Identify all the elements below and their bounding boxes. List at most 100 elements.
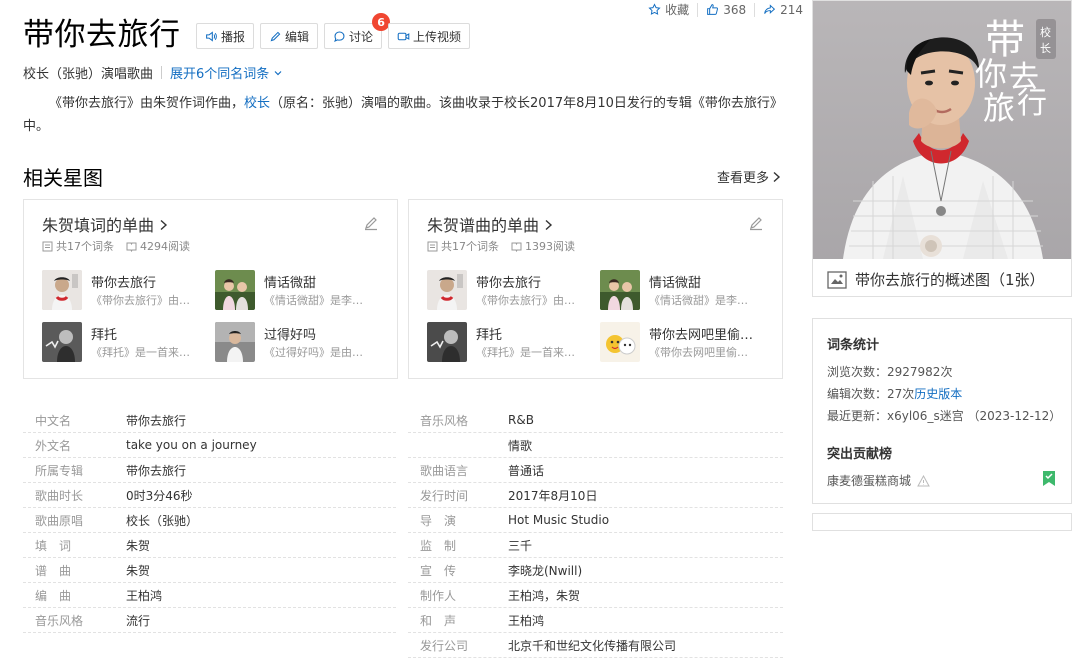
info-key: 和 声 bbox=[420, 613, 457, 628]
song-name: 情话微甜 bbox=[264, 276, 317, 291]
info-key: 谱 曲 bbox=[35, 563, 72, 578]
pencil-icon[interactable] bbox=[748, 215, 764, 231]
edit-label: 编辑 bbox=[285, 29, 310, 44]
edit-count-text: 编辑次数：27次 bbox=[827, 387, 915, 401]
info-key: 外文名 bbox=[35, 438, 72, 453]
contributor-name: 康麦德蛋糕商城 bbox=[827, 474, 912, 488]
broadcast-button[interactable]: 播报 bbox=[196, 23, 255, 49]
warning-triangle-icon bbox=[917, 474, 930, 486]
card-title: 朱贺填词的单曲 bbox=[42, 216, 155, 235]
info-row: 宣 传 李晓龙(Nwill) bbox=[408, 558, 783, 583]
share-count: 214 bbox=[780, 2, 803, 17]
info-key: 填 词 bbox=[35, 538, 72, 553]
song-desc: 《过得好吗》是由… bbox=[264, 346, 363, 359]
song-item[interactable]: 拜托 《拜托》是一首来… bbox=[427, 322, 597, 362]
view-more-label: 查看更多 bbox=[717, 171, 770, 186]
cover-caption[interactable]: 带你去旅行的概述图（1张） bbox=[827, 269, 1045, 290]
divider bbox=[697, 2, 699, 17]
info-value: 带你去旅行 bbox=[126, 463, 187, 478]
info-key: 歌曲原唱 bbox=[35, 513, 84, 528]
info-value-link[interactable]: 流行 bbox=[126, 612, 150, 629]
view-more-link[interactable]: 查看更多 bbox=[717, 167, 781, 186]
pencil-icon bbox=[270, 31, 281, 41]
info-key: 导 演 bbox=[420, 513, 457, 528]
song-item[interactable]: 带你去网吧里偷… 《带你去网吧里偷… bbox=[600, 322, 770, 362]
upload-video-label: 上传视频 bbox=[413, 29, 462, 44]
song-thumbnail bbox=[427, 270, 467, 310]
edit-button[interactable]: 编辑 bbox=[260, 23, 319, 49]
chevron-down-icon bbox=[274, 70, 282, 75]
cover-card[interactable]: 带 你 去 旅 行 校 长 带你去旅行的概述图（1张） bbox=[812, 0, 1072, 297]
info-key: 监 制 bbox=[420, 538, 457, 553]
info-value-link[interactable]: 北京千和世纪文化传播有限公司 bbox=[508, 637, 676, 654]
contributor-item[interactable]: 康麦德蛋糕商城 bbox=[827, 472, 930, 489]
expand-homonyms-link[interactable]: 展开6个同名词条 bbox=[170, 63, 283, 82]
share-button[interactable]: 214 bbox=[763, 3, 803, 17]
history-link[interactable]: 历史版本 bbox=[914, 387, 962, 401]
pencil-icon[interactable] bbox=[363, 215, 379, 231]
info-table-left: 中文名 带你去旅行外文名 take you on a journey 所属专辑 带你去旅… bbox=[23, 408, 396, 633]
song-thumbnail bbox=[215, 270, 255, 310]
stats-title: 词条统计 bbox=[827, 338, 880, 353]
info-value: 王柏鸿，朱贺 bbox=[508, 588, 581, 603]
info-value-link[interactable]: 普通话 bbox=[508, 462, 544, 479]
song-name: 带你去旅行 bbox=[91, 276, 157, 291]
info-row: 中文名 带你去旅行 bbox=[23, 408, 396, 433]
info-key: 所属专辑 bbox=[35, 463, 84, 478]
read-count: 4294阅读 bbox=[140, 240, 190, 253]
song-item[interactable]: 情话微甜 《情话微甜》是李… bbox=[215, 270, 385, 310]
card-title-link[interactable]: 朱贺谱曲的单曲 bbox=[427, 212, 553, 236]
song-item[interactable]: 带你去旅行 《带你去旅行》由… bbox=[42, 270, 212, 310]
entry-subtitle: 校长（张驰）演唱歌曲 展开6个同名词条 bbox=[23, 63, 283, 82]
info-row: 发行时间 2017年8月10日 bbox=[408, 483, 783, 508]
info-key: 发行公司 bbox=[420, 638, 469, 653]
info-value: 王柏鸿 bbox=[126, 588, 163, 603]
song-name: 情话微甜 bbox=[649, 276, 702, 291]
page-title: 带你去旅行 bbox=[23, 17, 181, 53]
song-item[interactable]: 情话微甜 《情话微甜》是李… bbox=[600, 270, 770, 310]
cover-caption-text: 带你去旅行的概述图（1张） bbox=[855, 271, 1045, 289]
svg-text:你: 你 bbox=[975, 55, 1007, 93]
card-title-link[interactable]: 朱贺填词的单曲 bbox=[42, 212, 168, 236]
info-key: 歌曲语言 bbox=[420, 463, 469, 478]
svg-text:行: 行 bbox=[1017, 86, 1047, 121]
info-value: take you on a journey bbox=[126, 438, 257, 452]
discuss-button[interactable]: 讨论 6 bbox=[324, 13, 391, 49]
info-row: 所属专辑 带你去旅行 bbox=[23, 458, 396, 483]
entry-count: 共17个词条 bbox=[56, 240, 114, 253]
list-icon bbox=[42, 241, 53, 251]
song-name: 带你去旅行 bbox=[476, 276, 542, 291]
info-value-link[interactable]: 情歌 bbox=[508, 437, 532, 454]
song-item[interactable]: 拜托 《拜托》是一首来… bbox=[42, 322, 212, 362]
read-count: 1393阅读 bbox=[525, 240, 575, 253]
song-item[interactable]: 过得好吗 《过得好吗》是由… bbox=[215, 322, 385, 362]
cover-image: 带 你 去 旅 行 校 长 bbox=[813, 1, 1071, 259]
info-table-right: 音乐风格 R&B 情歌 歌曲语言 普通话 发行时间 2017年8月10日导 演 Hot Mus… bbox=[408, 408, 783, 658]
info-row: 外文名 take you on a journey bbox=[23, 433, 396, 458]
sidebar-empty-box bbox=[812, 513, 1072, 531]
song-thumbnail bbox=[42, 270, 82, 310]
song-item[interactable]: 带你去旅行 《带你去旅行》由… bbox=[427, 270, 597, 310]
like-button[interactable]: 368 bbox=[706, 3, 746, 17]
info-value: 王柏鸿 bbox=[508, 613, 545, 628]
info-row: 监 制 三千 bbox=[408, 533, 783, 558]
song-name: 拜托 bbox=[91, 328, 118, 343]
bookmark-badge-icon bbox=[1043, 471, 1055, 486]
info-row: 歌曲时长 0时3分46秒 bbox=[23, 483, 396, 508]
star-card-lyricist: 朱贺填词的单曲 共17个词条 4294阅读 带你去旅行 《带你去旅行》由… 情话… bbox=[23, 199, 398, 379]
chevron-right-icon bbox=[160, 219, 168, 231]
collect-label: 收藏 bbox=[665, 3, 690, 17]
song-desc: 《拜托》是一首来… bbox=[476, 346, 575, 359]
svg-text:校: 校 bbox=[1040, 25, 1051, 39]
upload-video-button[interactable]: 上传视频 bbox=[388, 23, 471, 49]
collect-button[interactable]: 收藏 bbox=[648, 1, 689, 18]
card-meta: 共17个词条 4294阅读 bbox=[42, 238, 190, 254]
like-count: 368 bbox=[723, 2, 747, 17]
info-row: 制作人 王柏鸿，朱贺 bbox=[408, 583, 783, 608]
info-key: 发行时间 bbox=[420, 488, 469, 503]
info-key: 制作人 bbox=[420, 588, 457, 603]
share-icon bbox=[764, 4, 776, 14]
info-value: 校长（张驰） bbox=[126, 513, 199, 528]
singer-link[interactable]: 校长 bbox=[244, 96, 270, 111]
entry-actions: 收藏 368 214 bbox=[648, 1, 803, 18]
